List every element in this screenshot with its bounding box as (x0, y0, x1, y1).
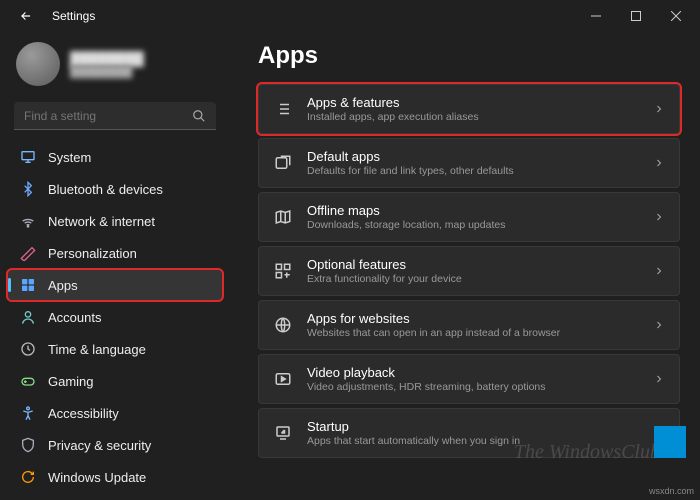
window-titlebar: Settings (0, 0, 700, 32)
chevron-right-icon (653, 373, 665, 385)
accounts-icon (20, 309, 36, 325)
sidebar-item-apps[interactable]: Apps (8, 270, 222, 300)
card-desc: Downloads, storage location, map updates (307, 219, 639, 231)
card-default-apps[interactable]: Default apps Defaults for file and link … (258, 138, 680, 188)
chevron-right-icon (653, 265, 665, 277)
sidebar-item-label: Apps (48, 278, 78, 293)
profile-email: ████████ (70, 66, 144, 78)
search-input[interactable] (24, 109, 192, 123)
sidebar-item-privacy[interactable]: Privacy & security (8, 430, 222, 460)
sidebar-item-system[interactable]: System (8, 142, 222, 172)
card-title: Startup (307, 419, 639, 434)
card-title: Optional features (307, 257, 639, 272)
network-icon (20, 213, 36, 229)
search-icon (192, 109, 206, 123)
plus-grid-icon (273, 261, 293, 281)
card-startup[interactable]: Startup Apps that start automatically wh… (258, 408, 680, 458)
video-icon (273, 369, 293, 389)
card-title: Video playback (307, 365, 639, 380)
back-button[interactable] (12, 2, 40, 30)
maximize-button[interactable] (616, 0, 656, 32)
card-desc: Video adjustments, HDR streaming, batter… (307, 381, 639, 393)
card-title: Apps & features (307, 95, 639, 110)
globe-icon (273, 315, 293, 335)
bluetooth-icon (20, 181, 36, 197)
profile-block[interactable]: ████████ ████████ (8, 36, 222, 96)
card-desc: Installed apps, app execution aliases (307, 111, 639, 123)
system-icon (20, 149, 36, 165)
credit-text: wsxdn.com (649, 486, 694, 496)
sidebar-item-accessibility[interactable]: Accessibility (8, 398, 222, 428)
accessibility-icon (20, 405, 36, 421)
close-button[interactable] (656, 0, 696, 32)
sidebar-item-label: Privacy & security (48, 438, 151, 453)
default-apps-icon (273, 153, 293, 173)
chevron-right-icon (653, 211, 665, 223)
sidebar-item-personalization[interactable]: Personalization (8, 238, 222, 268)
sidebar-item-label: Windows Update (48, 470, 146, 485)
map-icon (273, 207, 293, 227)
sidebar-item-bluetooth[interactable]: Bluetooth & devices (8, 174, 222, 204)
card-apps-features[interactable]: Apps & features Installed apps, app exec… (258, 84, 680, 134)
sidebar-item-accounts[interactable]: Accounts (8, 302, 222, 332)
sidebar-item-label: Time & language (48, 342, 146, 357)
page-title: Apps (258, 42, 680, 70)
sidebar-item-label: Bluetooth & devices (48, 182, 163, 197)
gaming-icon (20, 373, 36, 389)
card-optional-features[interactable]: Optional features Extra functionality fo… (258, 246, 680, 296)
chevron-right-icon (653, 157, 665, 169)
card-desc: Extra functionality for your device (307, 273, 639, 285)
profile-name: ████████ (70, 51, 144, 66)
window-title: Settings (52, 9, 95, 23)
list-icon (273, 99, 293, 119)
update-icon (20, 469, 36, 485)
sidebar-item-time[interactable]: Time & language (8, 334, 222, 364)
startup-icon (273, 423, 293, 443)
card-video-playback[interactable]: Video playback Video adjustments, HDR st… (258, 354, 680, 404)
sidebar-item-label: Gaming (48, 374, 94, 389)
sidebar-item-label: Accounts (48, 310, 101, 325)
card-title: Apps for websites (307, 311, 639, 326)
card-offline-maps[interactable]: Offline maps Downloads, storage location… (258, 192, 680, 242)
sidebar-item-label: Personalization (48, 246, 137, 261)
time-icon (20, 341, 36, 357)
apps-icon (20, 277, 36, 293)
shield-icon (20, 437, 36, 453)
card-apps-for-websites[interactable]: Apps for websites Websites that can open… (258, 300, 680, 350)
search-box[interactable] (14, 102, 216, 130)
card-desc: Apps that start automatically when you s… (307, 435, 639, 447)
sidebar-item-network[interactable]: Network & internet (8, 206, 222, 236)
sidebar-item-label: Accessibility (48, 406, 119, 421)
chevron-right-icon (653, 319, 665, 331)
card-title: Offline maps (307, 203, 639, 218)
sidebar: ████████ ████████ System Bluetooth & dev… (0, 32, 230, 500)
sidebar-item-label: Network & internet (48, 214, 155, 229)
sidebar-item-update[interactable]: Windows Update (8, 462, 222, 492)
avatar (16, 42, 60, 86)
chevron-right-icon (653, 427, 665, 439)
personalization-icon (20, 245, 36, 261)
card-desc: Websites that can open in an app instead… (307, 327, 639, 339)
minimize-button[interactable] (576, 0, 616, 32)
card-desc: Defaults for file and link types, other … (307, 165, 639, 177)
main-content: Apps Apps & features Installed apps, app… (230, 32, 700, 500)
sidebar-item-gaming[interactable]: Gaming (8, 366, 222, 396)
chevron-right-icon (653, 103, 665, 115)
sidebar-item-label: System (48, 150, 91, 165)
card-title: Default apps (307, 149, 639, 164)
